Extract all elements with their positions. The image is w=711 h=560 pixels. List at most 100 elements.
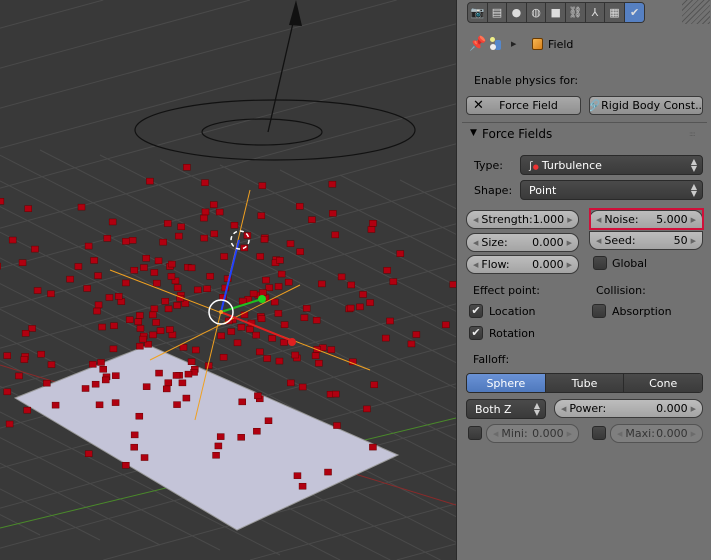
size-label: Size: — [481, 236, 508, 249]
object-icon[interactable]: ■ — [546, 3, 566, 22]
particle-cube — [210, 230, 218, 238]
particle-cube — [37, 350, 45, 358]
maxi-value: 0.000 — [656, 427, 688, 440]
pin-icon[interactable]: 📌 — [469, 36, 486, 52]
particle-cube — [136, 342, 144, 350]
texture-icon[interactable]: ▦ — [605, 3, 625, 22]
object-icon — [532, 38, 543, 50]
force-field-button[interactable]: ✕ Force Field — [466, 96, 581, 115]
particle-cube — [155, 369, 163, 377]
x-handle[interactable] — [288, 338, 296, 346]
particle-cube — [227, 328, 236, 335]
collapse-triangle-icon[interactable]: ▼ — [470, 128, 477, 138]
render-layers-icon[interactable]: ▤ — [488, 3, 508, 22]
power-label: Power: — [569, 402, 607, 415]
particle-cube — [238, 398, 246, 406]
shape-value: Point — [529, 183, 557, 197]
particle-cube — [257, 315, 266, 322]
field-direction-arrow — [267, 9, 297, 133]
grid-line — [0, 488, 101, 541]
particle-cube — [324, 468, 332, 476]
power-field[interactable]: ◀ Power: 0.000 ▶ — [554, 399, 703, 418]
particle-cube — [150, 269, 159, 276]
particle-cube — [214, 442, 223, 450]
particle-cube — [20, 356, 29, 363]
particle-cube — [146, 177, 154, 185]
location-checkbox[interactable]: ✔ — [469, 304, 483, 318]
particle-cube — [47, 290, 55, 298]
drag-handle-icon[interactable]: :::: — [689, 130, 696, 138]
3d-viewport[interactable] — [0, 0, 456, 560]
particle-cube — [265, 284, 274, 291]
particle-cube — [270, 298, 279, 306]
grid-line — [0, 0, 251, 69]
mini-field[interactable]: ◀ Mini: 0.000 ▶ — [486, 424, 579, 443]
particle-cube — [389, 278, 398, 285]
particle-cube — [23, 406, 32, 414]
particle-cube — [215, 208, 224, 216]
particle-cube — [286, 240, 295, 247]
particle-cube — [152, 319, 160, 326]
absorption-checkbox[interactable] — [592, 304, 606, 318]
size-field[interactable]: ◀ Size: 0.000 ▶ — [466, 233, 579, 252]
particle-cube — [206, 273, 214, 280]
falloff-tube-option[interactable]: Tube — [545, 374, 625, 392]
particle-cube — [161, 298, 169, 305]
global-checkbox[interactable] — [593, 256, 607, 270]
particle-cube — [153, 279, 161, 287]
particle-cube — [167, 273, 176, 280]
particle-cube — [284, 278, 293, 286]
particle-cube — [200, 214, 208, 222]
particle-cube — [203, 285, 211, 292]
particle-cube — [31, 245, 39, 253]
panel-header-force-fields[interactable]: Force Fields — [482, 127, 552, 141]
particle-cube — [280, 339, 288, 346]
grid-line — [0, 462, 161, 546]
falloff-cone-option[interactable]: Cone — [624, 374, 702, 392]
particle-cube — [134, 318, 143, 325]
seed-field[interactable]: ◀ Seed: 50 ▶ — [589, 231, 703, 250]
particle-cube — [230, 222, 239, 229]
particle-cube — [291, 351, 299, 359]
rotation-checkbox[interactable]: ✔ — [469, 326, 483, 340]
resize-corner[interactable] — [682, 0, 710, 24]
particle-cube — [237, 324, 246, 331]
use-min-checkbox[interactable] — [468, 426, 482, 440]
particle-cube — [184, 370, 193, 378]
particle-cube — [173, 302, 181, 309]
strength-label: Strength: — [481, 213, 533, 226]
particle-cube — [150, 305, 159, 312]
particle-cube — [0, 262, 1, 270]
flow-field[interactable]: ◀ Flow: 0.000 ▶ — [466, 255, 579, 274]
particle-cube — [237, 434, 245, 441]
falloff-sphere-option[interactable]: Sphere — [467, 374, 546, 392]
world-icon[interactable]: ◍ — [527, 3, 547, 22]
type-dropdown[interactable]: ʃ● Turbulence ▲ ▼ — [520, 155, 703, 175]
object-data-icon[interactable]: ⅄ — [586, 3, 606, 22]
z-direction-dropdown[interactable]: Both Z ▲ ▼ — [466, 399, 546, 419]
camera-icon[interactable]: 📷 — [468, 3, 488, 22]
rigid-body-label: Rigid Body Const... — [601, 99, 703, 112]
updown-arrow-icon: ▲ ▼ — [690, 157, 697, 173]
particle-cube — [103, 235, 112, 242]
constraints-icon[interactable]: ⛓ — [566, 3, 586, 22]
flow-value: 0.000 — [532, 258, 564, 271]
shape-dropdown[interactable]: Point ▲ ▼ — [520, 180, 703, 200]
particle-cube — [24, 205, 32, 212]
y-handle[interactable] — [258, 295, 266, 303]
strength-field[interactable]: ◀ Strength: 1.000 ▶ — [466, 210, 579, 229]
particle-cube — [125, 316, 134, 323]
global-label: Global — [612, 257, 648, 270]
particle-cube — [130, 443, 138, 451]
particle-cube — [296, 203, 304, 210]
type-label: Type: — [474, 159, 503, 172]
particle-cube — [164, 305, 173, 313]
particle-cube — [217, 332, 225, 340]
rigid-body-constraint-button[interactable]: 🔗 Rigid Body Const... — [589, 96, 703, 115]
particle-cube — [264, 417, 273, 424]
use-max-checkbox[interactable] — [592, 426, 606, 440]
scene-icon[interactable]: ● — [507, 3, 527, 22]
particle-cube — [90, 257, 98, 264]
maxi-field[interactable]: ◀ Maxi: 0.000 ▶ — [610, 424, 703, 443]
physics-icon[interactable]: ✔ — [624, 3, 645, 22]
